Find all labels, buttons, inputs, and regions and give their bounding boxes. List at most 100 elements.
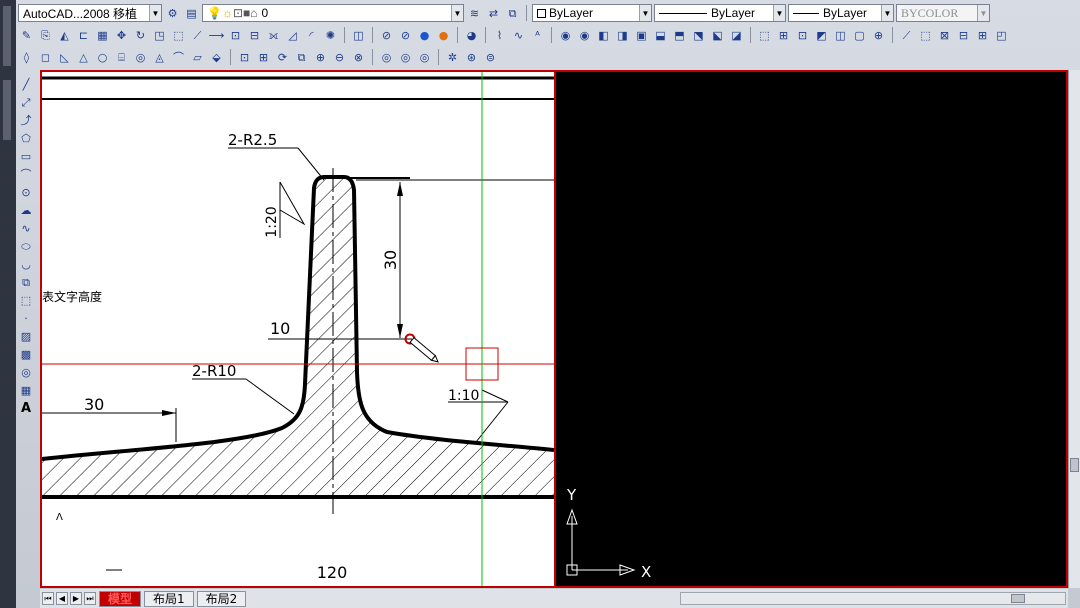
circle-icon[interactable]: ⊙: [18, 184, 34, 200]
lineweight-dropdown[interactable]: ByLayer ▼: [788, 4, 894, 22]
gizmo-icon[interactable]: ✲: [444, 49, 461, 66]
hatch-icon[interactable]: ▨: [18, 328, 34, 344]
layer-states-icon[interactable]: ⧉: [504, 5, 521, 22]
make-block-icon[interactable]: ⬚: [18, 292, 34, 308]
view-bottom-icon[interactable]: ◉: [576, 27, 593, 44]
view-top-icon[interactable]: ◉: [557, 27, 574, 44]
array-icon[interactable]: ▦: [94, 27, 111, 44]
layer-properties-icon[interactable]: ▤: [183, 5, 200, 22]
planar-surface-icon[interactable]: ▱: [189, 49, 206, 66]
toolbar-grip[interactable]: [3, 6, 11, 66]
ellipse-arc-icon[interactable]: ◡: [18, 256, 34, 272]
cone-icon[interactable]: △: [75, 49, 92, 66]
loft-icon[interactable]: ⧉: [293, 49, 310, 66]
join-icon[interactable]: ⟗: [265, 27, 282, 44]
region-icon[interactable]: ◎: [18, 364, 34, 380]
view-iso-ne-icon[interactable]: ⬕: [709, 27, 726, 44]
break-point-icon[interactable]: ⊡: [227, 27, 244, 44]
apply-ucs-icon[interactable]: ◰: [993, 27, 1010, 44]
break-icon[interactable]: ⊟: [246, 27, 263, 44]
view-front-icon[interactable]: ▣: [633, 27, 650, 44]
box-icon[interactable]: ◻: [37, 49, 54, 66]
stretch-icon[interactable]: ⬚: [170, 27, 187, 44]
fillet-icon[interactable]: ◜: [303, 27, 320, 44]
union-icon[interactable]: ⊕: [312, 49, 329, 66]
offset-icon[interactable]: ⊏: [75, 27, 92, 44]
layer-current-icon[interactable]: ≋: [466, 5, 483, 22]
no-icon[interactable]: ⊘: [397, 27, 414, 44]
pyramid-icon[interactable]: ◬: [151, 49, 168, 66]
ucs-object-icon[interactable]: ◫: [832, 27, 849, 44]
gear-icon[interactable]: ⚙: [164, 5, 181, 22]
ucs-origin-icon[interactable]: ⊕: [870, 27, 887, 44]
chevron-down-icon[interactable]: ▼: [451, 5, 463, 21]
free-orbit-icon[interactable]: ◎: [397, 49, 414, 66]
3d-move-icon[interactable]: ⊛: [463, 49, 480, 66]
next-tab-icon[interactable]: ▶: [70, 592, 82, 605]
chevron-down-icon[interactable]: ▼: [881, 5, 893, 21]
horizontal-scrollbar[interactable]: [680, 592, 1066, 605]
polyline-icon[interactable]: ⤴: [18, 112, 34, 128]
subtract-icon[interactable]: ⊖: [331, 49, 348, 66]
extend-icon[interactable]: ⟶: [208, 27, 225, 44]
last-tab-icon[interactable]: ⏭: [84, 592, 96, 605]
move-icon[interactable]: ✥: [113, 27, 130, 44]
ucs-world-icon[interactable]: ⊞: [775, 27, 792, 44]
vertical-scrollbar[interactable]: [1068, 70, 1080, 588]
cylinder-icon[interactable]: ⌸: [113, 49, 130, 66]
insert-block-icon[interactable]: ⧉: [18, 274, 34, 290]
tab-layout1[interactable]: 布局1: [144, 590, 194, 607]
ucs-x-icon[interactable]: ⊠: [936, 27, 953, 44]
scrollbar-thumb[interactable]: [1070, 458, 1079, 472]
workspace-dropdown[interactable]: AutoCAD...2008 移植 ▼: [18, 4, 162, 22]
mirror-icon[interactable]: ◭: [56, 27, 73, 44]
intersect-icon[interactable]: ⊗: [350, 49, 367, 66]
rectangle-icon[interactable]: ▭: [18, 148, 34, 164]
tab-model[interactable]: 模型: [99, 590, 142, 607]
linetype-dropdown[interactable]: ByLayer ▼: [654, 4, 786, 22]
layer-dropdown[interactable]: 💡 ☼ ⊡ ■ ⌂ 0 ▼: [202, 4, 464, 22]
multiline-text-icon[interactable]: A: [18, 400, 34, 416]
sweep-icon[interactable]: ⊞: [255, 49, 272, 66]
view-back-icon[interactable]: ⬓: [652, 27, 669, 44]
tab-layout2[interactable]: 布局2: [196, 590, 247, 607]
trim-icon[interactable]: ⟋: [189, 27, 206, 44]
line-icon[interactable]: ╱: [18, 76, 34, 92]
orbit-icon[interactable]: ◎: [378, 49, 395, 66]
chevron-down-icon[interactable]: ▼: [639, 5, 651, 21]
ucs-zaxis-icon[interactable]: ⟋: [898, 27, 915, 44]
polygon-icon[interactable]: ⬠: [18, 130, 34, 146]
view-left-icon[interactable]: ◧: [595, 27, 612, 44]
gradient-icon[interactable]: ▩: [18, 346, 34, 362]
polyline-icon[interactable]: ⌇: [491, 27, 508, 44]
view-iso-se-icon[interactable]: ⬔: [690, 27, 707, 44]
ucs-3point-icon[interactable]: ⬚: [917, 27, 934, 44]
helix-icon[interactable]: ⌒: [170, 49, 187, 66]
sphere-outline-icon[interactable]: ○: [94, 49, 111, 66]
scrollbar-thumb[interactable]: [1011, 594, 1025, 603]
scale-icon[interactable]: ◳: [151, 27, 168, 44]
ucs-face-icon[interactable]: ◩: [813, 27, 830, 44]
torus-icon[interactable]: ◎: [132, 49, 149, 66]
revision-cloud-icon[interactable]: ☁: [18, 202, 34, 218]
3d-rotate-icon[interactable]: ⊜: [482, 49, 499, 66]
chevron-down-icon[interactable]: ▼: [149, 5, 161, 21]
polysolid-icon[interactable]: ◊: [18, 49, 35, 66]
view-iso-sw-icon[interactable]: ⬒: [671, 27, 688, 44]
presspull-icon[interactable]: ⊡: [236, 49, 253, 66]
chevron-down-icon[interactable]: ▼: [773, 5, 785, 21]
spline-icon[interactable]: ∿: [18, 220, 34, 236]
first-tab-icon[interactable]: ⏮: [42, 592, 54, 605]
toolbar-grip[interactable]: [3, 80, 11, 140]
copy-icon[interactable]: ⎘: [37, 27, 54, 44]
render-sphere-icon[interactable]: ●: [435, 27, 452, 44]
ucs-view-icon[interactable]: ▢: [851, 27, 868, 44]
ucs-z-icon[interactable]: ⊞: [974, 27, 991, 44]
color-dropdown[interactable]: ByLayer ▼: [532, 4, 652, 22]
sphere-icon[interactable]: ●: [416, 27, 433, 44]
chamfer-icon[interactable]: ◿: [284, 27, 301, 44]
no-icon[interactable]: ⊘: [378, 27, 395, 44]
continuous-orbit-icon[interactable]: ◎: [416, 49, 433, 66]
layer-previous-icon[interactable]: ⇄: [485, 5, 502, 22]
ucs-previous-icon[interactable]: ⊡: [794, 27, 811, 44]
